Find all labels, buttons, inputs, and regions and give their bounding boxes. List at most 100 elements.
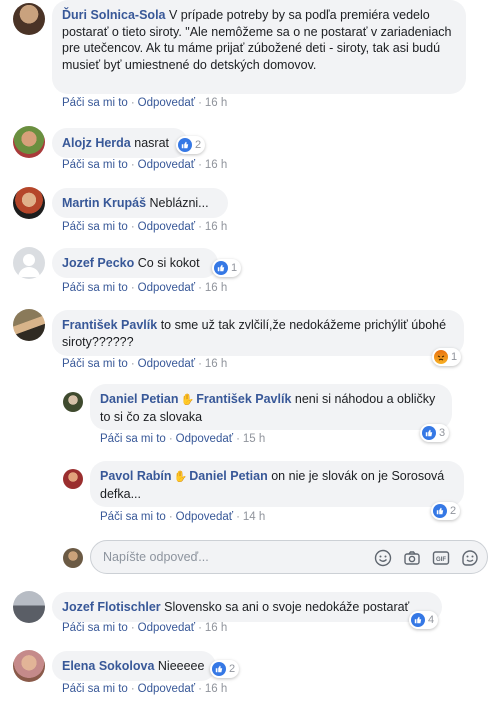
- emoji-icon[interactable]: [374, 549, 392, 567]
- separator: ·: [130, 683, 135, 695]
- reply-link[interactable]: Odpovedať: [138, 221, 195, 233]
- comment-text: Neblázni...: [149, 196, 209, 210]
- comment-bubble: Martin Krupáš Neblázni...: [52, 188, 228, 218]
- like-link[interactable]: Páči sa mi to: [62, 282, 128, 294]
- reply-link[interactable]: Odpovedať: [138, 282, 195, 294]
- comment-author[interactable]: Jozef Pecko: [62, 256, 134, 270]
- timestamp[interactable]: 16 h: [205, 221, 227, 233]
- timestamp[interactable]: 16 h: [205, 683, 227, 695]
- comment-author[interactable]: Elena Sokolova: [62, 659, 154, 673]
- comment-actions: Páči sa mi to · Odpovedať · 16 h: [62, 282, 227, 294]
- like-link[interactable]: Páči sa mi to: [100, 511, 166, 523]
- like-link[interactable]: Páči sa mi to: [62, 683, 128, 695]
- mention-link[interactable]: František Pavlík: [196, 392, 291, 406]
- reaction-count: 3: [439, 427, 446, 439]
- avatar[interactable]: [13, 591, 45, 623]
- timestamp[interactable]: 14 h: [243, 511, 265, 523]
- separator: ·: [130, 221, 135, 233]
- reaction-count: 4: [428, 614, 435, 626]
- reaction-summary[interactable]: 3: [420, 424, 450, 442]
- comment-text: nasrat: [134, 136, 169, 150]
- avatar[interactable]: [13, 309, 45, 341]
- like-icon: [411, 613, 425, 627]
- timestamp[interactable]: 15 h: [243, 433, 265, 445]
- reaction-summary[interactable]: 2: [431, 502, 461, 520]
- like-link[interactable]: Páči sa mi to: [62, 97, 128, 109]
- avatar[interactable]: [13, 187, 45, 219]
- reply-input[interactable]: [101, 549, 375, 565]
- avatar[interactable]: [13, 247, 45, 279]
- camera-icon[interactable]: [403, 549, 421, 567]
- reply-author[interactable]: Pavol Rabín: [100, 469, 172, 483]
- reaction-summary[interactable]: 1: [212, 259, 242, 277]
- comment-text: Slovensko sa ani o svoje nedokáže postar…: [164, 600, 410, 614]
- default-avatar-icon: [18, 254, 40, 277]
- reaction-summary[interactable]: 1: [432, 348, 462, 366]
- reply-link[interactable]: Odpovedať: [138, 358, 195, 370]
- timestamp[interactable]: 16 h: [205, 622, 227, 634]
- comment-bubble: Elena Sokolova Nieeeee: [52, 651, 216, 681]
- reaction-summary[interactable]: 2: [176, 136, 206, 154]
- avatar[interactable]: [63, 392, 83, 412]
- separator: ·: [198, 683, 202, 695]
- sticker-icon[interactable]: [461, 549, 479, 567]
- reply-bubble: Daniel Petian ✋ František Pavlík neni si n…: [90, 384, 452, 430]
- comment-bubble: Jozef Pecko Co si kokot: [52, 248, 218, 278]
- timestamp[interactable]: 16 h: [205, 282, 227, 294]
- gif-icon[interactable]: GIF: [432, 549, 450, 567]
- reply-link[interactable]: Odpovedať: [138, 622, 195, 634]
- reaction-count: 1: [231, 262, 238, 274]
- comment-author[interactable]: Alojz Herda: [62, 136, 131, 150]
- like-link[interactable]: Páči sa mi to: [62, 358, 128, 370]
- avatar[interactable]: [13, 126, 45, 158]
- like-icon: [212, 662, 226, 676]
- like-link[interactable]: Páči sa mi to: [62, 159, 128, 171]
- separator: ·: [198, 282, 202, 294]
- reply-actions: Páči sa mi to · Odpovedať · 14 h: [100, 511, 265, 523]
- like-link[interactable]: Páči sa mi to: [100, 433, 166, 445]
- reply-link[interactable]: Odpovedať: [138, 683, 195, 695]
- reply-link[interactable]: Odpovedať: [176, 433, 233, 445]
- separator: ·: [198, 622, 202, 634]
- reply-bubble: Pavol Rabín ✋ Daniel Petian on nie je slov…: [90, 461, 464, 507]
- avatar[interactable]: [13, 650, 45, 682]
- comment-bubble: Alojz Herda nasrat: [52, 128, 188, 158]
- timestamp[interactable]: 16 h: [205, 358, 227, 370]
- separator: ·: [198, 159, 202, 171]
- timestamp[interactable]: 16 h: [205, 159, 227, 171]
- separator: ·: [236, 511, 240, 523]
- comment-actions: Páči sa mi to · Odpovedať · 16 h: [62, 683, 227, 695]
- comment-actions: Páči sa mi to · Odpovedať · 16 h: [62, 622, 227, 634]
- like-icon: [178, 138, 192, 152]
- reply-author[interactable]: Daniel Petian: [100, 392, 179, 406]
- reply-actions: Páči sa mi to · Odpovedať · 15 h: [100, 433, 265, 445]
- separator: ·: [130, 159, 135, 171]
- comment-author[interactable]: Jozef Flotischler: [62, 600, 161, 614]
- wave-icon: ✋: [173, 471, 188, 483]
- reaction-summary[interactable]: 2: [210, 660, 240, 678]
- comment-actions: Páči sa mi to · Odpovedať · 16 h: [62, 358, 227, 370]
- mention-link[interactable]: Daniel Petian: [189, 469, 268, 483]
- avatar[interactable]: [13, 3, 45, 35]
- comment-actions: Páči sa mi to · Odpovedať · 16 h: [62, 221, 227, 233]
- reply-link[interactable]: Odpovedať: [138, 159, 195, 171]
- comment-author[interactable]: Ďuri Solnica-Sola: [62, 8, 166, 22]
- comment-bubble: Jozef Flotischler Slovensko sa ani o svo…: [52, 592, 442, 622]
- comment-author[interactable]: Martin Krupáš: [62, 196, 146, 210]
- comment-author[interactable]: František Pavlík: [62, 318, 157, 332]
- separator: ·: [130, 282, 135, 294]
- separator: ·: [198, 221, 202, 233]
- comment-actions: Páči sa mi to · Odpovedať · 16 h: [62, 97, 227, 109]
- comment-text: Co si kokot: [137, 256, 200, 270]
- wave-icon: ✋: [180, 394, 195, 406]
- reply-link[interactable]: Odpovedať: [176, 511, 233, 523]
- like-link[interactable]: Páči sa mi to: [62, 622, 128, 634]
- comment-text: Nieeeee: [157, 659, 205, 673]
- timestamp[interactable]: 16 h: [205, 97, 227, 109]
- reply-input-box: GIF: [90, 540, 488, 574]
- like-link[interactable]: Páči sa mi to: [62, 221, 128, 233]
- reply-link[interactable]: Odpovedať: [138, 97, 195, 109]
- reaction-summary[interactable]: 4: [409, 611, 439, 629]
- avatar[interactable]: [63, 469, 83, 489]
- reaction-count: 2: [229, 663, 236, 675]
